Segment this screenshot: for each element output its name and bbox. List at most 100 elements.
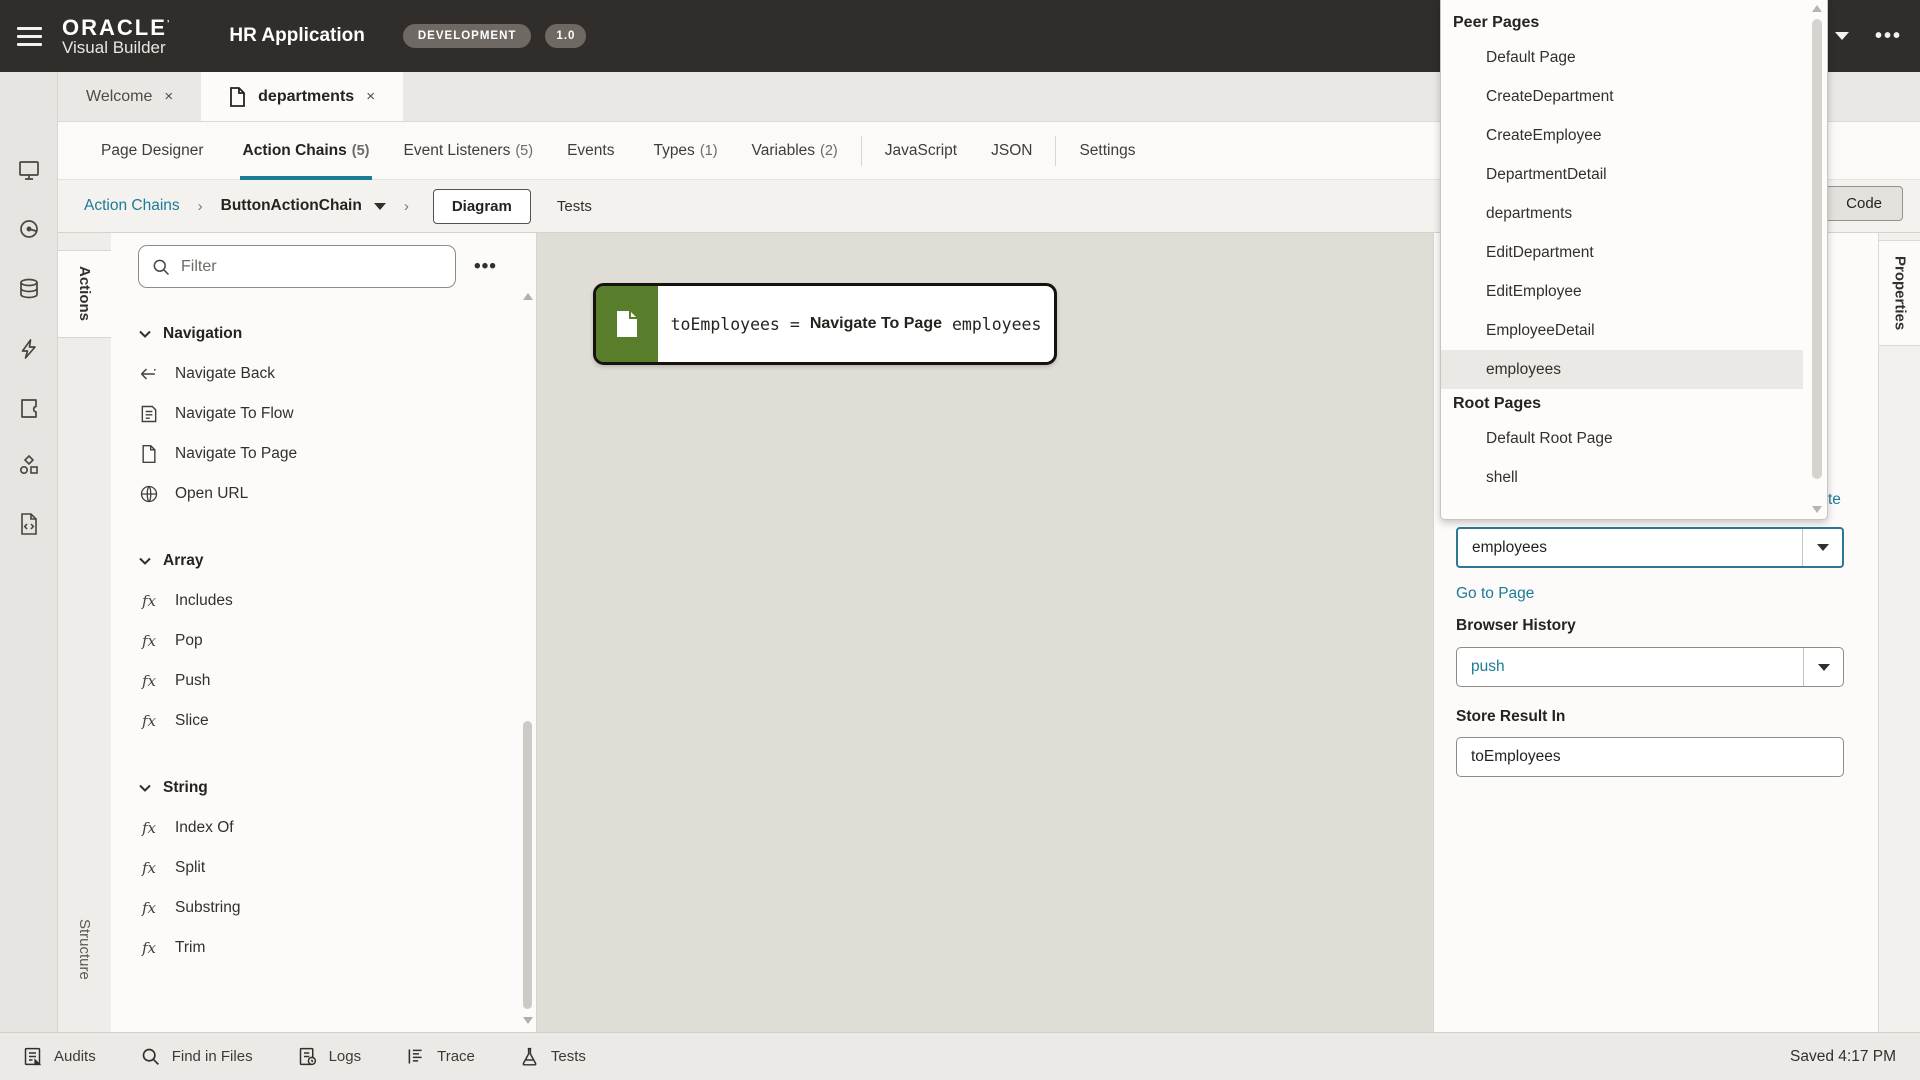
scroll-up-icon[interactable] xyxy=(523,293,533,300)
action-substring[interactable]: fx Substring xyxy=(138,888,536,928)
dropdown-option[interactable]: DepartmentDetail xyxy=(1441,155,1827,194)
scrollbar-thumb[interactable] xyxy=(1812,19,1822,479)
user-menu-caret-icon[interactable] xyxy=(1834,32,1849,40)
dropdown-option[interactable]: EditDepartment xyxy=(1441,233,1827,272)
lightning-icon[interactable] xyxy=(17,337,41,361)
structure-tab[interactable]: Structure xyxy=(58,905,111,993)
browser-history-combobox[interactable]: push xyxy=(1456,647,1844,687)
tab-action-chains[interactable]: Action Chains (5) xyxy=(226,122,387,180)
section-navigation[interactable]: Navigation xyxy=(138,314,536,354)
search-icon xyxy=(142,1048,159,1065)
breadcrumb-action-chains-link[interactable]: Action Chains xyxy=(84,197,180,215)
close-icon[interactable]: × xyxy=(164,88,173,105)
palette-scrollbar[interactable] xyxy=(522,293,534,1024)
action-push[interactable]: fx Push xyxy=(138,661,536,701)
dropdown-scrollbar[interactable] xyxy=(1810,3,1824,515)
palette-menu-icon[interactable]: ••• xyxy=(474,256,497,278)
flask-icon xyxy=(522,1047,537,1066)
chevron-down-icon xyxy=(1817,663,1830,671)
scrollbar-thumb[interactable] xyxy=(523,721,532,1009)
dropdown-option-selected[interactable]: employees xyxy=(1441,350,1803,389)
tab-javascript[interactable]: JavaScript xyxy=(868,122,974,180)
action-navigate-to-flow[interactable]: Navigate To Flow xyxy=(138,394,536,434)
fx-icon: fx xyxy=(141,819,156,837)
dropdown-option[interactable]: EmployeeDetail xyxy=(1441,311,1827,350)
shapes-icon[interactable] xyxy=(17,453,41,477)
search-icon xyxy=(153,259,170,275)
store-result-input[interactable]: toEmployees xyxy=(1456,737,1844,777)
page-combobox-value[interactable]: employees xyxy=(1458,539,1802,557)
actions-tab[interactable]: Actions xyxy=(58,250,111,338)
version-badge: 1.0 xyxy=(545,24,587,48)
breadcrumb-separator: › xyxy=(197,197,203,215)
action-index-of[interactable]: fx Index Of xyxy=(138,808,536,848)
dropdown-option[interactable]: Default Page xyxy=(1441,38,1827,77)
diagram-canvas[interactable]: toEmployees = Navigate To Page employees xyxy=(537,233,1433,1032)
tab-variables[interactable]: Variables (2) xyxy=(735,122,855,180)
filter-placeholder: Filter xyxy=(181,257,217,275)
tab-departments-label: departments xyxy=(258,87,355,105)
dropdown-option[interactable]: CreateEmployee xyxy=(1441,116,1827,155)
component-icon[interactable] xyxy=(17,396,41,420)
filter-input[interactable]: Filter xyxy=(138,245,456,288)
action-navigate-to-page[interactable]: Navigate To Page xyxy=(138,434,536,474)
find-in-files-button[interactable]: Find in Files xyxy=(140,1046,253,1067)
section-string[interactable]: String xyxy=(138,768,536,808)
tab-welcome[interactable]: Welcome × xyxy=(58,72,201,121)
dropdown-option[interactable]: Default Root Page xyxy=(1441,419,1827,458)
close-icon[interactable]: × xyxy=(366,88,375,105)
diagram-view-button[interactable]: Diagram xyxy=(432,188,531,224)
action-open-url[interactable]: Open URL xyxy=(138,474,536,514)
action-trim[interactable]: fx Trim xyxy=(138,928,536,968)
code-view-button[interactable]: Code xyxy=(1825,186,1903,221)
combobox-dropdown-button[interactable] xyxy=(1802,529,1842,566)
tests-button[interactable]: Tests xyxy=(519,1046,586,1067)
tab-settings[interactable]: Settings xyxy=(1062,122,1152,180)
tests-view-button[interactable]: Tests xyxy=(557,198,592,215)
tab-json[interactable]: JSON xyxy=(974,122,1049,180)
tab-types[interactable]: Types (1) xyxy=(636,122,734,180)
logs-button[interactable]: Logs xyxy=(297,1046,361,1067)
tab-events[interactable]: Events xyxy=(550,122,636,180)
peer-pages-group-header: Peer Pages xyxy=(1453,14,1540,31)
action-slice[interactable]: fx Slice xyxy=(138,701,536,741)
page-combobox[interactable]: employees xyxy=(1456,527,1844,568)
visual-icon[interactable] xyxy=(17,217,41,241)
code-file-icon[interactable] xyxy=(17,512,41,536)
properties-tab[interactable]: Properties xyxy=(1879,240,1920,346)
navigate-to-page-action-node[interactable]: toEmployees = Navigate To Page employees xyxy=(593,283,1057,365)
left-icon-rail xyxy=(0,72,58,1032)
dropdown-option[interactable]: departments xyxy=(1441,194,1827,233)
menu-icon[interactable] xyxy=(0,0,58,72)
database-icon[interactable] xyxy=(17,277,41,301)
tab-page-designer[interactable]: Page Designer xyxy=(84,122,226,180)
browser-history-value[interactable]: push xyxy=(1457,658,1803,676)
arrow-left-icon xyxy=(138,363,160,385)
scroll-up-icon[interactable] xyxy=(1812,5,1822,12)
dropdown-option[interactable]: CreateDepartment xyxy=(1441,77,1827,116)
tab-departments[interactable]: departments × xyxy=(201,72,403,121)
flow-page-icon xyxy=(138,403,160,425)
action-pop[interactable]: fx Pop xyxy=(138,621,536,661)
section-array[interactable]: Array xyxy=(138,541,536,581)
create-link-fragment[interactable]: te xyxy=(1828,491,1841,509)
go-to-page-link[interactable]: Go to Page xyxy=(1456,585,1534,603)
dropdown-option[interactable]: shell xyxy=(1441,458,1827,497)
audits-button[interactable]: Audits xyxy=(22,1046,96,1067)
breadcrumb-current-chain[interactable]: ButtonActionChain xyxy=(221,197,386,215)
action-split[interactable]: fx Split xyxy=(138,848,536,888)
logs-icon xyxy=(299,1047,316,1066)
screen-icon[interactable] xyxy=(17,158,41,182)
overflow-menu-icon[interactable]: ••• xyxy=(1875,25,1902,48)
action-includes[interactable]: fx Includes xyxy=(138,581,536,621)
combobox-dropdown-button[interactable] xyxy=(1803,648,1843,686)
trace-button[interactable]: Trace xyxy=(405,1046,475,1067)
tab-event-listeners[interactable]: Event Listeners (5) xyxy=(386,122,550,180)
chevron-down-icon[interactable] xyxy=(373,202,386,210)
audits-icon xyxy=(24,1047,42,1066)
action-navigate-back[interactable]: Navigate Back xyxy=(138,354,536,394)
node-action-name: Navigate To Page xyxy=(809,315,942,332)
scroll-down-icon[interactable] xyxy=(523,1017,533,1024)
dropdown-option[interactable]: EditEmployee xyxy=(1441,272,1827,311)
scroll-down-icon[interactable] xyxy=(1812,506,1822,513)
